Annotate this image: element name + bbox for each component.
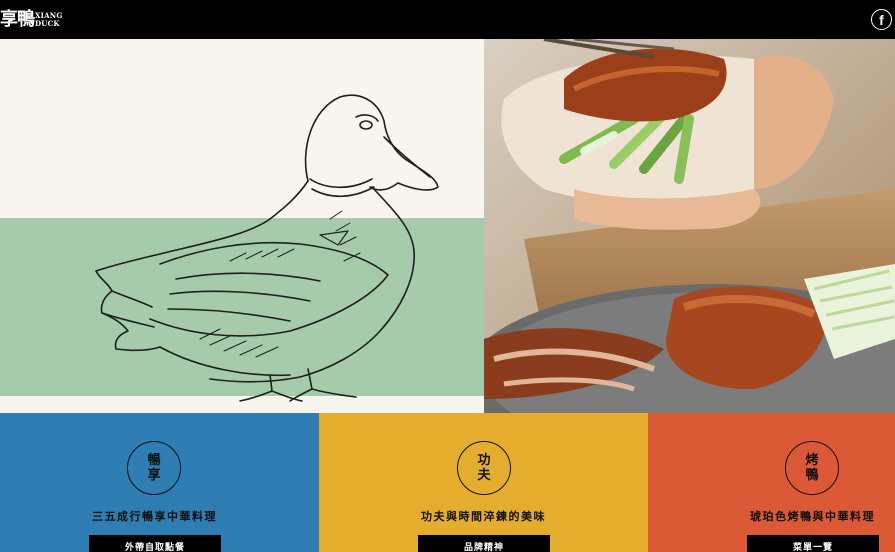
badge-char-1: 暢 bbox=[147, 453, 161, 468]
hero-duck-illustration bbox=[0, 39, 484, 413]
panel-menu: 烤 鴨 琥珀色烤鴨與中華料理 菜單一覽 bbox=[648, 413, 895, 552]
duck-sketch-image bbox=[95, 94, 439, 402]
badge-kungfu: 功 夫 bbox=[457, 441, 511, 495]
badge-char-1: 烤 bbox=[805, 453, 819, 468]
logo-latin-bottom: DUCK bbox=[35, 19, 60, 28]
panel-takeout: 暢 享 三五成行暢享中華料理 外帶自取點餐 bbox=[0, 413, 319, 552]
badge-enjoy: 暢 享 bbox=[127, 441, 181, 495]
hero-food-photo bbox=[484, 39, 895, 413]
panel-tagline: 琥珀色烤鴨與中華料理 bbox=[750, 510, 875, 523]
roast-duck-photo bbox=[484, 39, 895, 413]
logo-latin-text: XIANG DUCK bbox=[35, 12, 63, 28]
badge-char-2: 享 bbox=[147, 468, 161, 483]
top-navigation-bar: 享鴨 XIANG DUCK f bbox=[0, 0, 895, 39]
takeout-order-button[interactable]: 外帶自取點餐 bbox=[89, 535, 221, 552]
panel-tagline: 功夫與時間淬鍊的美味 bbox=[421, 510, 546, 523]
badge-char-2: 夫 bbox=[477, 468, 491, 483]
badge-char-2: 鴨 bbox=[805, 468, 819, 483]
badge-char-1: 功 bbox=[477, 453, 491, 468]
badge-roast-duck: 烤 鴨 bbox=[785, 441, 839, 495]
facebook-icon[interactable]: f bbox=[871, 9, 892, 30]
brand-spirit-button[interactable]: 品牌精神 bbox=[418, 535, 550, 552]
panel-tagline: 三五成行暢享中華料理 bbox=[92, 510, 217, 523]
brand-logo[interactable]: 享鴨 XIANG DUCK bbox=[0, 8, 63, 32]
panel-brand: 功 夫 功夫與時間淬鍊的美味 品牌精神 bbox=[319, 413, 648, 552]
logo-cjk-text: 享鴨 bbox=[0, 9, 35, 30]
menu-list-button[interactable]: 菜單一覽 bbox=[747, 535, 879, 552]
